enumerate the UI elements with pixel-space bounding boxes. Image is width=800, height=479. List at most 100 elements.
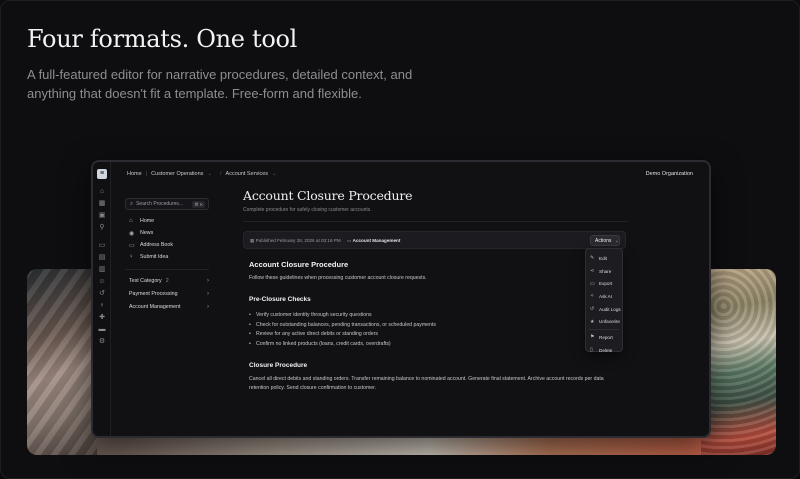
- intro-text: Follow these guidelines when processing …: [249, 275, 427, 281]
- lightbulb-icon: ♀: [129, 254, 134, 260]
- history-icon[interactable]: ↺: [98, 290, 106, 298]
- decorative-art-left: [27, 269, 97, 455]
- app-window: ≡ ⌂ ▦ ▣ ⚲ ▭ ▤ ▥ ☺ ↺ ♀ ✚ ▬ ⚙ Home | Custo…: [91, 160, 711, 438]
- sidebar-category-payment-processing[interactable]: Payment Processing ›: [129, 287, 209, 300]
- chevron-right-icon: ›: [207, 277, 209, 284]
- actions-button[interactable]: Actions ⌄: [590, 235, 620, 246]
- card-icon[interactable]: ▬: [98, 326, 106, 334]
- sidebar-divider: [125, 269, 209, 270]
- search-icon: ⌕: [130, 200, 134, 207]
- published-date: ▦ Published February 28, 2026 at 03:16 P…: [250, 238, 341, 244]
- flag-icon: ⚑: [590, 334, 595, 341]
- chevron-down-icon[interactable]: ⌄: [272, 171, 277, 177]
- users-icon[interactable]: ☺: [98, 278, 106, 286]
- pin-icon[interactable]: ⚲: [98, 224, 106, 232]
- actions-label: Actions: [595, 238, 612, 244]
- menu-item-audit-logs[interactable]: ↺ Audit Logs: [586, 303, 622, 316]
- closure-text: Cancel all direct debits and standing or…: [249, 376, 604, 391]
- sidebar-item-label: News: [140, 230, 154, 236]
- section-heading-closure: Closure Procedure: [249, 362, 308, 369]
- menu-item-ask-ai[interactable]: ✧ Ask AI: [586, 290, 622, 303]
- document-content: Account Closure Procedure Follow these g…: [249, 260, 619, 393]
- star-icon: ★: [590, 318, 595, 325]
- category-tag[interactable]: ▭ Account Management: [347, 238, 400, 244]
- promo-frame: Four formats. One tool A full-featured e…: [0, 0, 800, 479]
- content-heading: Account Closure Procedure: [249, 260, 349, 269]
- menu-item-label: Ask AI: [599, 293, 613, 299]
- hero-title: Four formats. One tool: [27, 25, 298, 53]
- menu-item-export[interactable]: ▭ Export: [586, 277, 622, 290]
- chevron-right-icon: ›: [207, 290, 209, 297]
- breadcrumb-separator: |: [145, 171, 148, 177]
- hero-subtitle: A full-featured editor for narrative pro…: [27, 67, 413, 101]
- sidebar-item-submit-idea[interactable]: ♀ Submit Idea: [129, 251, 209, 263]
- home-icon[interactable]: ⌂: [98, 188, 106, 196]
- search-shortcut: ⌘ K: [192, 201, 205, 208]
- published-text: Published February 28, 2026 at 03:16 PM: [255, 238, 341, 243]
- category-label: Payment Processing: [129, 290, 178, 297]
- sidebar-item-news[interactable]: ◉ News: [129, 227, 209, 239]
- user-plus-icon[interactable]: ✚: [98, 314, 106, 322]
- chart-icon[interactable]: ▥: [98, 266, 106, 274]
- menu-item-unfavorite[interactable]: ★ Unfavorite: [586, 315, 622, 328]
- category-label: Account Management: [129, 303, 181, 310]
- trash-icon: ▯: [590, 347, 593, 354]
- menu-item-label: Audit Logs: [599, 306, 621, 312]
- sidebar-item-address-book[interactable]: ▭ Address Book: [129, 239, 209, 251]
- menu-item-report[interactable]: ⚑ Report: [586, 331, 622, 344]
- sidebar-category-test[interactable]: Test Category 2 ›: [129, 274, 209, 287]
- lightbulb-icon[interactable]: ♀: [98, 302, 106, 310]
- chevron-down-icon[interactable]: ⌄: [207, 171, 212, 177]
- category-count: 2: [165, 277, 169, 284]
- section-heading-pre-closure: Pre-Closure Checks: [249, 296, 311, 303]
- settings-icon[interactable]: ⚙: [98, 338, 106, 346]
- list-item: Check for outstanding balances, pending …: [249, 321, 619, 331]
- actions-menu: ✎ Edit ⋖ Share ▭ Export ✧ Ask AI ↺ Audit Logs…: [585, 248, 623, 353]
- menu-item-label: Delete: [599, 347, 613, 353]
- sidebar-category-account-management[interactable]: Account Management ›: [129, 300, 209, 313]
- box-icon[interactable]: ▣: [98, 212, 106, 220]
- tag-label: Account Management: [352, 238, 401, 243]
- sidebar: ⌕ Search Procedures... ⌘ K ⌂ Home ◉ News…: [125, 198, 209, 313]
- export-icon: ▭: [590, 280, 595, 287]
- audit-icon: ↺: [590, 306, 595, 313]
- menu-item-label: Edit: [599, 255, 607, 261]
- edit-icon: ✎: [590, 255, 595, 262]
- breadcrumb-customer-operations[interactable]: Customer Operations: [151, 171, 203, 177]
- breadcrumb-home[interactable]: Home: [127, 171, 142, 177]
- grid-icon[interactable]: ▦: [98, 200, 106, 208]
- page-title: Account Closure Procedure: [243, 188, 413, 203]
- menu-item-label: Share: [599, 268, 612, 274]
- database-icon[interactable]: ▤: [98, 254, 106, 262]
- organization-name[interactable]: Demo Organization: [646, 171, 693, 177]
- icon-rail: ≡ ⌂ ▦ ▣ ⚲ ▭ ▤ ▥ ☺ ↺ ♀ ✚ ▬ ⚙: [93, 162, 111, 436]
- app-logo-icon[interactable]: ≡: [97, 169, 107, 179]
- menu-item-edit[interactable]: ✎ Edit: [586, 252, 622, 265]
- menu-item-delete[interactable]: ▯ Delete: [586, 344, 622, 357]
- address-book-icon: ▭: [129, 242, 135, 249]
- ai-icon: ✧: [590, 293, 595, 300]
- share-icon: ⋖: [590, 268, 595, 275]
- search-placeholder: Search Procedures...: [136, 201, 184, 207]
- search-input[interactable]: ⌕ Search Procedures... ⌘ K: [125, 198, 209, 210]
- document-area: Account Closure Procedure Complete proce…: [243, 188, 628, 391]
- folder-icon[interactable]: ▭: [98, 242, 106, 250]
- menu-item-share[interactable]: ⋖ Share: [586, 265, 622, 278]
- chevron-right-icon: ›: [207, 303, 209, 310]
- sidebar-item-label: Address Book: [140, 242, 173, 248]
- menu-divider: [589, 329, 619, 331]
- pre-closure-list: Verify customer identity through securit…: [249, 311, 619, 349]
- menu-item-label: Unfavorite: [599, 319, 620, 325]
- category-label: Test Category: [129, 277, 162, 284]
- menu-item-label: Report: [599, 334, 613, 340]
- breadcrumb-separator: /: [220, 171, 222, 177]
- chevron-down-icon: ⌄: [614, 238, 619, 244]
- sidebar-item-label: Submit Idea: [140, 254, 169, 260]
- breadcrumb-account-services[interactable]: Account Services: [226, 171, 269, 177]
- list-item: Verify customer identity through securit…: [249, 311, 619, 321]
- page-subtitle: Complete procedure for safely closing cu…: [243, 207, 372, 213]
- sidebar-item-label: Home: [140, 218, 155, 224]
- sidebar-item-home[interactable]: ⌂ Home: [129, 215, 209, 227]
- home-icon: ⌂: [129, 218, 133, 224]
- document-meta-bar: ▦ Published February 28, 2026 at 03:16 P…: [243, 231, 626, 249]
